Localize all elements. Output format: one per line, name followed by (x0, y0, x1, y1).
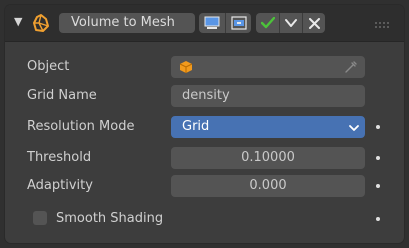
smooth-shading-checkbox[interactable] (33, 211, 47, 225)
node-viewer-icon (230, 16, 247, 30)
object-label: Object (27, 59, 70, 74)
node-title-field[interactable]: Volume to Mesh (59, 13, 195, 33)
chevron-down-icon (285, 19, 297, 27)
socket-dot-icon[interactable] (376, 156, 380, 160)
node-preview-icon (204, 16, 220, 29)
grid-name-label: Grid Name (27, 88, 97, 103)
resolution-mode-label: Resolution Mode (27, 119, 135, 134)
grid-name-field[interactable]: density (171, 85, 365, 107)
chevron-down-icon (349, 125, 359, 131)
node-panel: ▼ Volume to Mesh Object Grid Name densit… (5, 5, 404, 243)
close-button[interactable] (302, 13, 325, 33)
eyedropper-icon[interactable] (344, 60, 358, 74)
socket-dot-icon[interactable] (376, 184, 380, 188)
smooth-shading-row: Smooth Shading (5, 208, 404, 230)
node-preview-button[interactable] (199, 13, 225, 33)
mute-toggle-button[interactable] (256, 13, 279, 33)
threshold-row: Threshold 0.10000 (5, 147, 404, 169)
threshold-field[interactable]: 0.10000 (171, 147, 365, 169)
grid-name-row: Grid Name density (5, 85, 404, 107)
grip-dots-icon[interactable] (374, 18, 390, 28)
close-icon (308, 17, 320, 29)
volume-mesh-node-icon (31, 13, 51, 33)
node-state-button-group (256, 13, 325, 33)
smooth-shading-label[interactable]: Smooth Shading (56, 208, 163, 230)
object-cube-icon (179, 61, 193, 73)
threshold-label: Threshold (27, 150, 92, 165)
adaptivity-field[interactable]: 0.000 (171, 175, 365, 197)
node-viewer-button[interactable] (225, 13, 251, 33)
check-icon (260, 17, 275, 29)
options-dropdown-button[interactable] (279, 13, 302, 33)
node-header: ▼ Volume to Mesh (5, 5, 404, 42)
object-field[interactable] (171, 56, 365, 78)
socket-dot-icon[interactable] (376, 125, 380, 129)
socket-dot-icon[interactable] (376, 217, 380, 221)
resolution-mode-dropdown[interactable]: Grid (171, 116, 365, 138)
resolution-mode-row: Resolution Mode Grid (5, 116, 404, 138)
viewer-button-group (199, 13, 251, 33)
adaptivity-label: Adaptivity (27, 178, 93, 193)
collapse-arrow-icon[interactable]: ▼ (14, 13, 28, 31)
object-row: Object (5, 56, 404, 78)
resolution-mode-value: Grid (182, 119, 210, 134)
adaptivity-row: Adaptivity 0.000 (5, 175, 404, 197)
